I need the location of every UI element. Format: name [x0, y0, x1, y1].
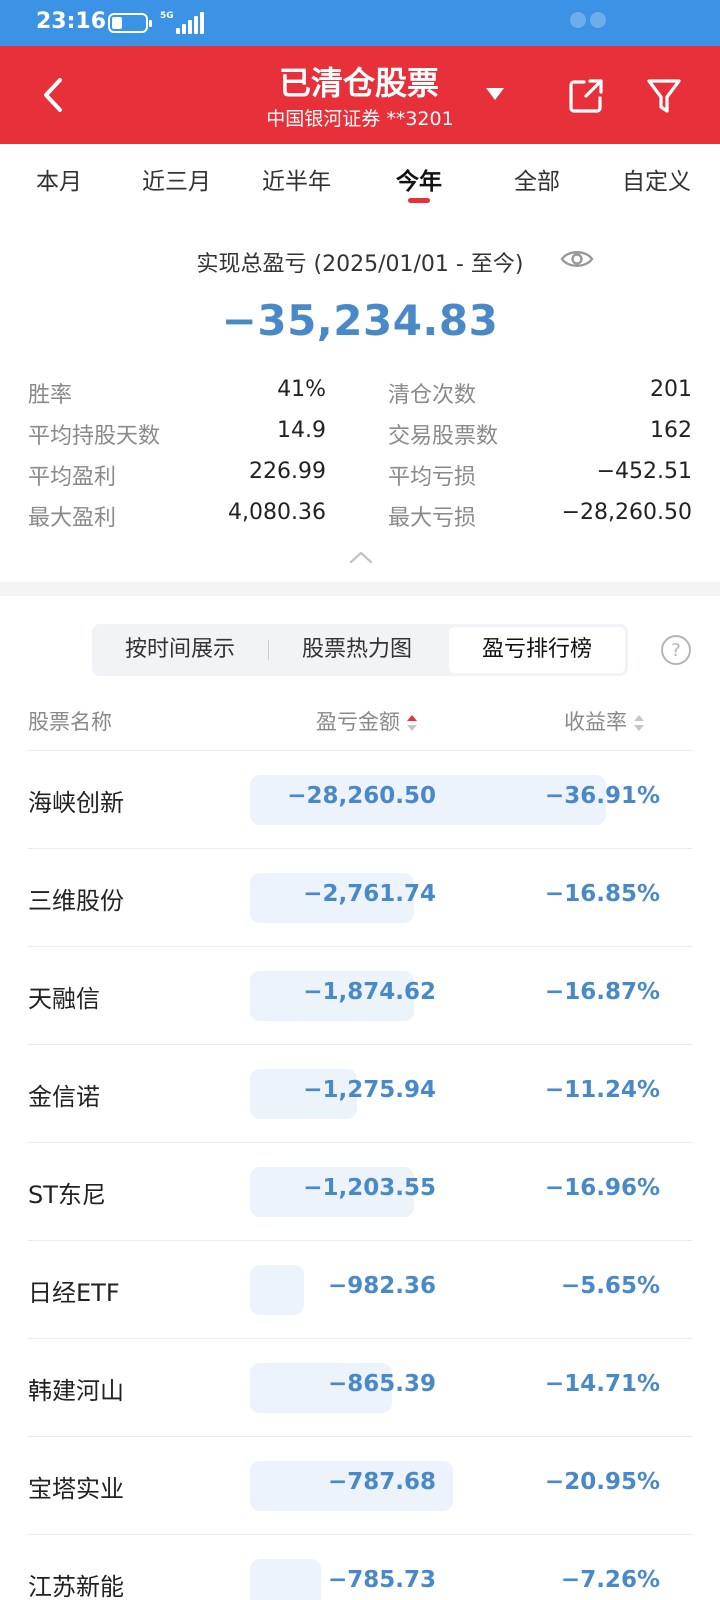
tab-this-year[interactable]: 今年: [396, 162, 442, 196]
max-profit-label: 最大盈利: [28, 506, 117, 531]
chevron-up-icon[interactable]: [348, 549, 374, 565]
period-tabs: 本月 近三月 近半年 今年 全部 自定义: [0, 144, 720, 216]
return-rate: −20.95%: [544, 1469, 660, 1495]
header-bar: 已清仓股票 中国银河证券 **3201: [0, 46, 720, 144]
active-tab-indicator: [408, 198, 430, 203]
avg-days-value: 14.9: [277, 418, 326, 443]
section-divider: [0, 582, 720, 596]
tab-all[interactable]: 全部: [514, 162, 560, 196]
stock-name: 宝塔实业: [28, 1475, 124, 1503]
return-rate: −16.87%: [544, 979, 660, 1005]
pnl-amount: −1,874.62: [303, 979, 436, 1005]
table-row[interactable]: 宝塔实业 −787.68 −20.95%: [0, 1437, 720, 1535]
eye-icon[interactable]: [560, 247, 594, 271]
total-pnl-label: 实现总盈亏 (2025/01/01 - 至今): [196, 252, 524, 277]
sort-icon: [634, 715, 644, 731]
pnl-bar: [250, 1559, 321, 1600]
column-header-amount[interactable]: 盈亏金额: [316, 706, 418, 736]
column-header-name: 股票名称: [28, 710, 112, 734]
table-row[interactable]: 日经ETF −982.36 −5.65%: [0, 1241, 720, 1339]
avg-loss-value: −452.51: [596, 459, 692, 484]
tab-three-months[interactable]: 近三月: [142, 162, 211, 196]
pnl-amount: −785.73: [327, 1567, 436, 1593]
return-rate: −5.65%: [560, 1273, 660, 1299]
stock-name: ST东尼: [28, 1181, 106, 1209]
stock-name: 江苏新能: [28, 1573, 124, 1600]
max-loss-label: 最大亏损: [388, 506, 477, 531]
return-rate: −11.24%: [544, 1077, 660, 1103]
return-rate: −16.85%: [544, 881, 660, 907]
table-row[interactable]: 金信诺 −1,275.94 −11.24%: [0, 1045, 720, 1143]
table-row[interactable]: 韩建河山 −865.39 −14.71%: [0, 1339, 720, 1437]
table-row[interactable]: 天融信 −1,874.62 −16.87%: [0, 947, 720, 1045]
view-tab-heatmap[interactable]: 股票热力图: [269, 624, 445, 676]
table-row[interactable]: 海峡创新 −28,260.50 −36.91%: [0, 751, 720, 849]
max-profit-value: 4,080.36: [228, 500, 326, 525]
view-tab-ranking[interactable]: 盈亏排行榜: [449, 627, 625, 673]
return-rate: −36.91%: [544, 783, 660, 809]
return-rate: −16.96%: [544, 1175, 660, 1201]
stock-name: 天融信: [28, 985, 100, 1013]
pnl-amount: −2,761.74: [303, 881, 436, 907]
total-pnl-value: −35,234.83: [221, 296, 499, 345]
stock-name: 海峡创新: [28, 789, 124, 817]
clear-count-value: 201: [650, 377, 692, 402]
signal-icon: [176, 12, 206, 34]
column-header-rate[interactable]: 收益率: [564, 706, 645, 736]
pnl-amount: −865.39: [327, 1371, 436, 1397]
table-row[interactable]: 三维股份 −2,761.74 −16.85%: [0, 849, 720, 947]
avg-profit-label: 平均盈利: [28, 465, 117, 490]
share-icon[interactable]: [566, 76, 606, 116]
tab-this-month[interactable]: 本月: [36, 162, 82, 196]
pnl-amount: −1,275.94: [303, 1077, 436, 1103]
traded-count-value: 162: [650, 418, 692, 443]
status-bar: 23:16 5G: [0, 0, 720, 46]
pnl-amount: −787.68: [327, 1469, 436, 1495]
caret-down-icon[interactable]: [484, 86, 506, 102]
pnl-amount: −982.36: [327, 1273, 436, 1299]
battery-icon: [108, 13, 152, 33]
status-time: 23:16: [36, 9, 107, 34]
notification-icons: [570, 12, 630, 32]
pnl-amount: −28,260.50: [287, 783, 436, 809]
filter-icon[interactable]: [646, 76, 682, 116]
column-header-rate-label: 收益率: [564, 710, 627, 734]
account-selector[interactable]: 中国银河证券 **3201: [0, 104, 720, 131]
help-icon[interactable]: ?: [660, 634, 692, 666]
tab-custom[interactable]: 自定义: [622, 162, 691, 196]
max-loss-value: −28,260.50: [561, 500, 692, 525]
tab-half-year[interactable]: 近半年: [262, 162, 331, 196]
avg-loss-label: 平均亏损: [388, 465, 477, 490]
traded-count-label: 交易股票数: [388, 424, 499, 449]
view-tab-timeline[interactable]: 按时间展示: [92, 624, 268, 676]
return-rate: −7.26%: [560, 1567, 660, 1593]
pnl-bar: [250, 1265, 304, 1315]
clear-count-label: 清仓次数: [388, 383, 477, 408]
stock-name: 金信诺: [28, 1083, 100, 1111]
stock-name: 韩建河山: [28, 1377, 124, 1405]
return-rate: −14.71%: [544, 1371, 660, 1397]
stock-name: 日经ETF: [28, 1279, 120, 1307]
sort-desc-icon: [407, 715, 417, 731]
table-row[interactable]: 江苏新能 −785.73 −7.26%: [0, 1535, 720, 1600]
table-row[interactable]: ST东尼 −1,203.55 −16.96%: [0, 1143, 720, 1241]
view-switcher: 按时间展示 股票热力图 盈亏排行榜: [92, 624, 628, 676]
column-header-amount-label: 盈亏金额: [316, 710, 400, 734]
network-label: 5G: [160, 11, 174, 21]
page-title: 已清仓股票: [278, 64, 439, 102]
svg-text:?: ?: [671, 640, 681, 661]
stock-name: 三维股份: [28, 887, 124, 915]
win-rate-value: 41%: [277, 377, 326, 402]
pnl-amount: −1,203.55: [303, 1175, 436, 1201]
avg-profit-value: 226.99: [249, 459, 326, 484]
avg-days-label: 平均持股天数: [28, 424, 161, 449]
win-rate-label: 胜率: [28, 383, 73, 408]
